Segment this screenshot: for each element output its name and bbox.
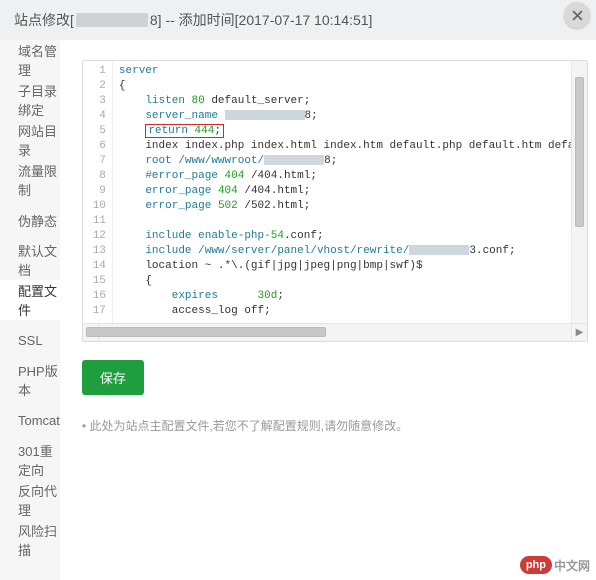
- scrollbar-thumb-horizontal[interactable]: [86, 327, 326, 337]
- dialog-header: 站点修改[ 8] -- 添加时间[2017-07-17 10:14:51]: [0, 0, 596, 40]
- sidebar-item-traffic[interactable]: 流量限制: [0, 160, 60, 200]
- sidebar-item-ssl[interactable]: SSL: [0, 320, 60, 360]
- watermark: php 中文网: [520, 556, 590, 574]
- sidebar-item-sitedir[interactable]: 网站目录: [0, 120, 60, 160]
- scroll-right-icon[interactable]: ▶: [571, 324, 587, 342]
- sidebar-item-config[interactable]: 配置文件: [0, 280, 60, 320]
- sidebar-item-subdir[interactable]: 子目录绑定: [0, 80, 60, 120]
- sidebar-item-domain[interactable]: 域名管理: [0, 40, 60, 80]
- sidebar-item-rewrite[interactable]: 伪静态: [0, 200, 60, 240]
- close-icon: [572, 10, 583, 21]
- sidebar-nav: 域名管理 子目录绑定 网站目录 流量限制 伪静态 默认文档 配置文件 SSL P…: [0, 40, 60, 580]
- editor-content[interactable]: server { listen 80 default_server; serve…: [113, 61, 587, 323]
- watermark-text: 中文网: [554, 557, 590, 574]
- sidebar-item-php[interactable]: PHP版本: [0, 360, 60, 400]
- hint-text: 此处为站点主配置文件,若您不了解配置规则,请勿随意修改。: [82, 417, 588, 434]
- header-prefix: 站点修改[: [14, 10, 74, 30]
- save-button[interactable]: 保存: [82, 360, 144, 395]
- editor-gutter: 1234567891011121314151617: [83, 61, 113, 323]
- redacted-text: [409, 245, 469, 255]
- header-suffix: 8] -- 添加时间[2017-07-17 10:14:51]: [150, 10, 373, 30]
- close-button[interactable]: [564, 2, 590, 28]
- main-panel: 1234567891011121314151617 server { liste…: [60, 40, 596, 580]
- watermark-pill: php: [520, 556, 552, 574]
- redacted-text: [264, 155, 324, 165]
- scrollbar-vertical[interactable]: [571, 61, 587, 323]
- sidebar-item-301[interactable]: 301重定向: [0, 440, 60, 480]
- scrollbar-horizontal[interactable]: ◀ ▶: [83, 323, 587, 341]
- redacted-text: [225, 110, 305, 120]
- code-editor[interactable]: 1234567891011121314151617 server { liste…: [82, 60, 588, 342]
- sidebar-item-proxy[interactable]: 反向代理: [0, 480, 60, 520]
- highlighted-line: return 444;: [145, 124, 224, 138]
- scrollbar-thumb-vertical[interactable]: [575, 77, 584, 227]
- dialog-body: 域名管理 子目录绑定 网站目录 流量限制 伪静态 默认文档 配置文件 SSL P…: [0, 40, 596, 580]
- sidebar-item-tomcat[interactable]: Tomcat: [0, 400, 60, 440]
- redacted-site-name: [76, 13, 148, 27]
- sidebar-item-scan[interactable]: 风险扫描: [0, 520, 60, 560]
- sidebar-item-default-doc[interactable]: 默认文档: [0, 240, 60, 280]
